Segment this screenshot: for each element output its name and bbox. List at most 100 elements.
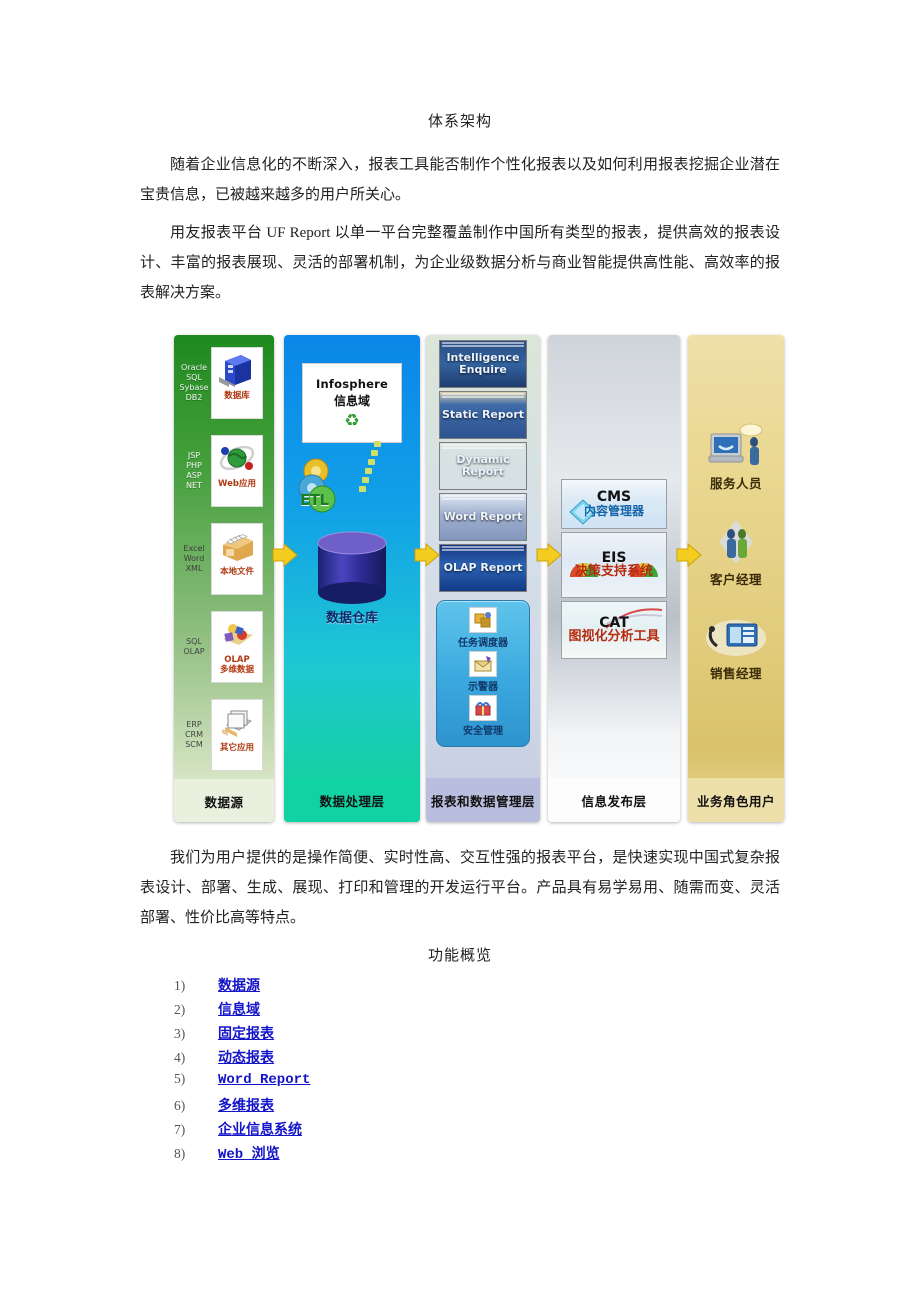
scheduler-icon [469, 607, 497, 633]
report-thumb-label: OLAP Report [443, 561, 523, 574]
data-source-caption: OLAP 多维数据 [219, 655, 254, 675]
report-thumb: Static Report [439, 391, 527, 439]
list-item-number: 4) [174, 1050, 186, 1065]
column-footer-label: 报表和数据管理层 [426, 778, 540, 822]
right-arrow-icon [414, 542, 440, 568]
management-tool: 任务调度器 [458, 607, 508, 649]
list-item: 7) 企业信息系统 [174, 1119, 594, 1143]
architecture-diagram: Oracle SQL Sybase DB2 数据库 JSP PHP ASP NE… [174, 335, 784, 822]
role-item: 客户经理 [688, 505, 784, 601]
window-chrome-icon [440, 341, 526, 349]
report-thumb-label: Static Report [441, 408, 525, 421]
feature-list: 1) 数据源 2) 信息域 3) 固定报表 4) 动态报表 5) Word Re… [174, 975, 594, 1167]
data-source-caption: 数据库 [224, 391, 250, 401]
feature-link-enterprise-information-system[interactable]: 企业信息系统 [218, 1119, 302, 1139]
publish-item: EIS 决策支持系统 [561, 532, 667, 598]
infosphere-card: Infosphere 信息域 ♻ [302, 363, 402, 443]
feature-link-dynamic-report[interactable]: 动态报表 [218, 1047, 274, 1067]
window-chrome-icon [440, 494, 526, 502]
list-item-number: 5) [174, 1071, 186, 1086]
data-source-card: 其它应用 [211, 699, 263, 771]
diagram-column-business-roles: 服务人员 客户经理 销售经理 业务角色用户 [688, 335, 784, 822]
feature-link-word-report[interactable]: Word Report [218, 1072, 310, 1088]
publish-item-abbr: CMS [596, 489, 632, 505]
report-thumb: Word Report [439, 493, 527, 541]
list-item-number: 8) [174, 1146, 186, 1161]
list-item-number: 6) [174, 1098, 186, 1113]
feature-link-static-report[interactable]: 固定报表 [218, 1023, 274, 1043]
list-item-number: 3) [174, 1026, 186, 1041]
window-chrome-icon [440, 545, 526, 553]
role-caption: 销售经理 [709, 666, 762, 681]
service-staff-icon [708, 423, 763, 465]
paragraph-text: 随着企业信息化的不断深入，报表工具能否制作个性化报表以及如何利用报表挖掘企业潜在… [140, 157, 780, 203]
paragraph-text: 我们为用户提供的是操作简便、实时性高、交互性强的报表平台，是快速实现中国式复杂报… [140, 850, 780, 926]
recycle-icon: ♻ [344, 411, 360, 430]
data-source-caption: 本地文件 [219, 567, 254, 577]
report-thumb-label: Intelligence Enquire [446, 351, 520, 376]
intro-paragraph-1: 随着企业信息化的不断深入，报表工具能否制作个性化报表以及如何利用报表挖掘企业潜在… [140, 150, 780, 210]
report-thumb-label: Dynamic Report [456, 453, 510, 478]
infosphere-subtitle: 信息域 [333, 394, 370, 408]
feature-link-olap-report[interactable]: 多维报表 [218, 1095, 274, 1115]
publish-item-label: CAT 图视化分析工具 [568, 616, 659, 644]
data-source-card: 数据库 [211, 347, 263, 419]
list-item: 3) 固定报表 [174, 1023, 594, 1047]
data-source-item: SQL OLAP OLAP 多维数据 [174, 603, 274, 691]
management-tools-box: 任务调度器 示警器 安全管理 [436, 600, 530, 747]
publish-item-name: 图视化分析工具 [568, 629, 660, 644]
diagram-column-data-source: Oracle SQL Sybase DB2 数据库 JSP PHP ASP NE… [174, 335, 274, 822]
infosphere-title: Infosphere [316, 377, 388, 391]
data-source-item: JSP PHP ASP NET Web应用 [174, 427, 274, 515]
database-cylinder-icon [317, 531, 387, 604]
list-item: 8) Web 浏览 [174, 1143, 594, 1167]
report-thumb: OLAP Report [439, 544, 527, 592]
data-source-tags: SQL OLAP [183, 637, 205, 656]
publish-item-abbr: EIS [601, 550, 627, 566]
web-globe-icon [219, 445, 255, 471]
page-root: 体系架构 随着企业信息化的不断深入，报表工具能否制作个性化报表以及如何利用报表挖… [0, 0, 920, 1302]
warehouse-label: 数据仓库 [325, 611, 378, 626]
column-footer-label: 业务角色用户 [688, 778, 784, 822]
olap-cube-icon [223, 624, 253, 645]
report-thumb-label: Word Report [443, 510, 523, 523]
management-tool: 安全管理 [463, 695, 503, 737]
report-thumb: Intelligence Enquire [439, 340, 527, 388]
data-source-tags: JSP PHP ASP NET [186, 451, 202, 490]
data-source-card: 本地文件 [211, 523, 263, 595]
dotted-flow-icon [359, 441, 381, 492]
management-tool: 示警器 [468, 651, 498, 693]
feature-link-infosphere[interactable]: 信息域 [218, 999, 260, 1019]
list-item: 1) 数据源 [174, 975, 594, 999]
publish-item-name: 决策支持系统 [574, 564, 653, 579]
window-chrome-icon [440, 443, 526, 451]
list-item-number: 2) [174, 1002, 186, 1017]
diagram-column-data-processing: Infosphere 信息域 ♻ ETL 数据仓库 数据处理层 [284, 335, 420, 822]
data-source-caption: 其它应用 [219, 743, 254, 753]
publish-item-abbr: CAT [599, 615, 629, 631]
paragraph-text: 用友报表平台 UF Report 以单一平台完整覆盖制作中国所有类型的报表，提供… [140, 225, 780, 301]
security-lock-icon [469, 695, 497, 721]
etl-gears: ETL [294, 455, 354, 517]
right-arrow-icon [676, 542, 702, 568]
publish-item: CMS 内容管理器 [561, 479, 667, 529]
alert-mail-icon [469, 651, 497, 677]
file-box-icon [223, 534, 253, 561]
publish-item-name: 内容管理器 [583, 504, 644, 518]
right-arrow-icon [536, 542, 562, 568]
sales-manager-icon [706, 620, 766, 656]
column-footer-label: 数据处理层 [284, 778, 420, 822]
feature-link-web-browse[interactable]: Web 浏览 [218, 1143, 280, 1163]
section-title: 功能概览 [427, 948, 492, 964]
database-server-icon [219, 355, 251, 387]
doc-header: 体系架构 [140, 110, 780, 131]
management-tool-caption: 示警器 [468, 682, 498, 693]
applications-icon [222, 710, 253, 737]
right-arrow-icon [272, 542, 298, 568]
publish-item-label: CMS 内容管理器 [584, 490, 644, 518]
feature-link-data-source[interactable]: 数据源 [218, 975, 260, 995]
window-chrome-icon [440, 392, 526, 400]
diagram-column-report-management: Intelligence Enquire Static Report Dynam… [426, 335, 540, 822]
data-source-tags: Oracle SQL Sybase DB2 [179, 363, 209, 402]
data-source-tags: ERP CRM SCM [184, 720, 204, 749]
